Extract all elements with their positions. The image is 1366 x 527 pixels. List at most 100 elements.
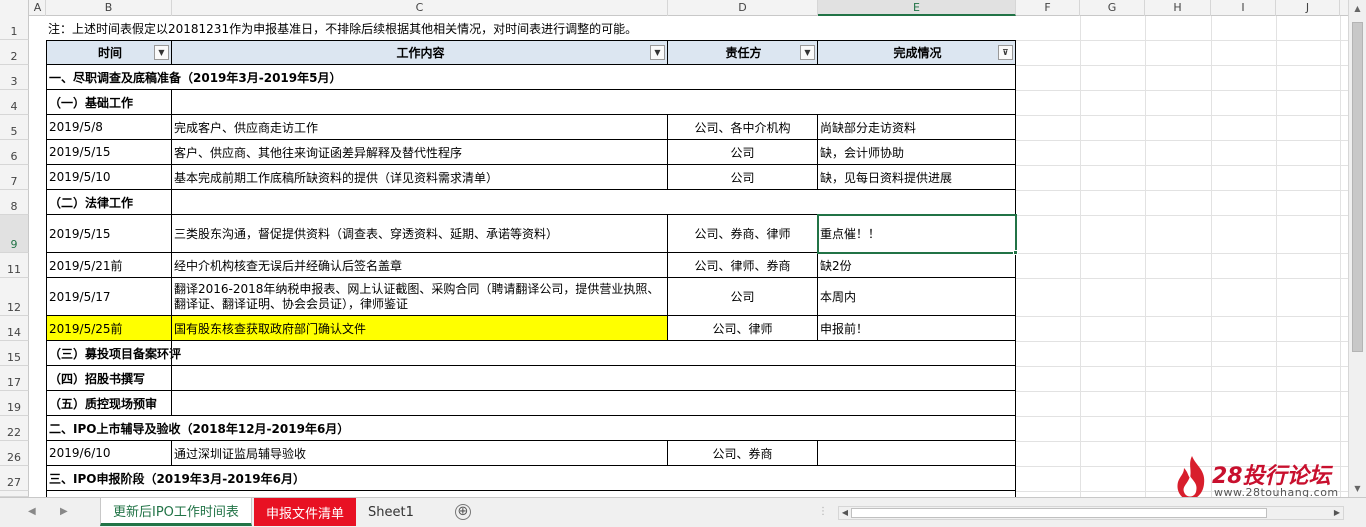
row-header[interactable]: 1: [0, 16, 29, 40]
column-header-g[interactable]: G: [1080, 0, 1145, 16]
column-header-d[interactable]: D: [668, 0, 818, 16]
status-cell[interactable]: [818, 441, 1016, 466]
empty-cell[interactable]: [172, 190, 1016, 215]
date-cell[interactable]: 2019/6/10: [46, 441, 172, 466]
status-cell[interactable]: 申报前！: [818, 316, 1016, 341]
subsection-title[interactable]: （四）招股书撰写: [46, 366, 172, 391]
date-cell-highlighted[interactable]: 2019/5/25前: [46, 316, 172, 341]
owner-cell[interactable]: 公司、律师、券商: [668, 253, 818, 278]
select-all-corner[interactable]: [0, 0, 29, 16]
scroll-down-arrow-icon[interactable]: ▼: [1349, 480, 1366, 497]
status-cell-selected[interactable]: 重点催！！: [818, 215, 1016, 253]
row-header[interactable]: 11: [0, 253, 29, 278]
header-time[interactable]: 时间 ▼: [46, 40, 172, 65]
spreadsheet-grid[interactable]: A B C D E F G H I J 1 2 3 4 5 6 7 8 9 11…: [0, 0, 1366, 497]
column-header-c[interactable]: C: [172, 0, 668, 16]
scroll-right-arrow-icon[interactable]: ▶: [1331, 507, 1343, 519]
content-cell[interactable]: 三类股东沟通，督促提供资料（调查表、穿透资料、延期、承诺等资料）: [172, 215, 668, 253]
content-cell[interactable]: 通过深圳证监局辅导验收: [172, 441, 668, 466]
content-cell[interactable]: 经中介机构核查无误后并经确认后签名盖章: [172, 253, 668, 278]
row-header[interactable]: 14: [0, 316, 29, 341]
content-cell[interactable]: 基本完成前期工作底稿所缺资料的提供（详见资料需求清单）: [172, 165, 668, 190]
subsection-title[interactable]: （三）募投项目备案环评: [46, 341, 181, 366]
date-cell[interactable]: 2019/5/15: [46, 140, 172, 165]
status-cell[interactable]: 本周内: [818, 278, 1016, 316]
vertical-scrollbar[interactable]: ▲ ▼: [1348, 0, 1366, 497]
filter-active-icon[interactable]: ⊽: [998, 45, 1013, 60]
scroll-thumb[interactable]: [1352, 22, 1363, 352]
row-header[interactable]: 19: [0, 391, 29, 416]
empty-cell[interactable]: [172, 366, 1016, 391]
status-cell[interactable]: 缺，见每日资料提供进展: [818, 165, 1016, 190]
owner-cell[interactable]: 公司: [668, 140, 818, 165]
header-status[interactable]: 完成情况 ⊽: [818, 40, 1016, 65]
row-header[interactable]: 26: [0, 441, 29, 466]
tab-sheet-ipo-schedule[interactable]: 更新后IPO工作时间表: [100, 498, 252, 526]
row-header[interactable]: 2: [0, 40, 29, 65]
owner-cell[interactable]: 公司、各中介机构: [668, 115, 818, 140]
row-header[interactable]: 22: [0, 416, 29, 441]
row-header[interactable]: 17: [0, 366, 29, 391]
row-header[interactable]: 4: [0, 90, 29, 115]
status-cell[interactable]: 缺2份: [818, 253, 1016, 278]
row-header[interactable]: 27: [0, 466, 29, 491]
empty-cell[interactable]: [172, 90, 1016, 115]
owner-cell[interactable]: 公司、券商: [668, 441, 818, 466]
tab-sheet1[interactable]: Sheet1: [356, 498, 426, 526]
content-cell[interactable]: 完成客户、供应商走访工作: [172, 115, 668, 140]
subsection-title[interactable]: （五）质控现场预审: [46, 391, 172, 416]
status-cell[interactable]: 尚缺部分走访资料: [818, 115, 1016, 140]
row-header[interactable]: 3: [0, 65, 29, 90]
date-cell[interactable]: 2019/5/15: [46, 215, 172, 253]
owner-cell[interactable]: 公司: [668, 278, 818, 316]
tab-sheet-filing-list[interactable]: 申报文件清单: [254, 498, 357, 526]
date-cell[interactable]: 2019/5/17: [46, 278, 172, 316]
note-cell[interactable]: 注：上述时间表假定以20181231作为申报基准日，不排除后续根据其他相关情况，…: [46, 16, 1016, 40]
row-header[interactable]: 12: [0, 278, 29, 316]
subsection-title[interactable]: （一）基础工作: [46, 90, 172, 115]
scroll-left-arrow-icon[interactable]: ◀: [839, 507, 851, 519]
fill-handle[interactable]: [1013, 250, 1018, 255]
filter-dropdown-icon[interactable]: ▼: [650, 45, 665, 60]
row-header[interactable]: 7: [0, 165, 29, 190]
row-header[interactable]: 15: [0, 341, 29, 366]
column-header-a[interactable]: A: [30, 0, 46, 16]
tab-scroll-left-icon[interactable]: ◀: [28, 506, 36, 517]
filter-dropdown-icon[interactable]: ▼: [154, 45, 169, 60]
scroll-up-arrow-icon[interactable]: ▲: [1349, 0, 1366, 17]
status-cell[interactable]: 缺，会计师协助: [818, 140, 1016, 165]
row-header[interactable]: 8: [0, 190, 29, 215]
empty-cell[interactable]: [172, 391, 1016, 416]
owner-cell[interactable]: 公司、律师: [668, 316, 818, 341]
subsection-title[interactable]: （二）法律工作: [46, 190, 172, 215]
column-header-b[interactable]: B: [46, 0, 172, 16]
column-header-e[interactable]: E: [818, 0, 1016, 16]
section-title[interactable]: 一、尽职调查及底稿准备（2019年3月-2019年5月）: [46, 65, 1016, 90]
date-cell[interactable]: 2019/5/21前: [46, 253, 172, 278]
content-cell-highlighted[interactable]: 国有股东核查获取政府部门确认文件: [172, 316, 668, 341]
horizontal-scrollbar[interactable]: ◀ ▶: [838, 506, 1344, 520]
column-header-h[interactable]: H: [1145, 0, 1211, 16]
filter-dropdown-icon[interactable]: ▼: [800, 45, 815, 60]
owner-cell[interactable]: 公司: [668, 165, 818, 190]
date-cell[interactable]: 2019/5/8: [46, 115, 172, 140]
row-header-selected[interactable]: 9: [0, 215, 29, 253]
section-title[interactable]: 二、IPO上市辅导及验收（2018年12月-2019年6月）: [46, 416, 1016, 441]
header-owner[interactable]: 责任方 ▼: [668, 40, 818, 65]
horizontal-scroll-thumb[interactable]: [851, 508, 1267, 518]
empty-cell[interactable]: [172, 341, 1016, 366]
column-header-i[interactable]: I: [1211, 0, 1276, 16]
content-cell[interactable]: 翻译2016-2018年纳税申报表、网上认证截图、采购合同（聘请翻译公司，提供营…: [172, 278, 668, 316]
content-cell[interactable]: 客户、供应商、其他往来询证函差异解释及替代性程序: [172, 140, 668, 165]
row-header[interactable]: 6: [0, 140, 29, 165]
header-content[interactable]: 工作内容 ▼: [172, 40, 668, 65]
column-header-f[interactable]: F: [1016, 0, 1080, 16]
column-header-j[interactable]: J: [1276, 0, 1340, 16]
section-title[interactable]: 三、IPO申报阶段（2019年3月-2019年6月）: [46, 466, 1016, 491]
row-header[interactable]: 5: [0, 115, 29, 140]
add-sheet-icon[interactable]: ⊕: [455, 504, 471, 520]
date-cell[interactable]: 2019/5/10: [46, 165, 172, 190]
owner-cell[interactable]: 公司、券商、律师: [668, 215, 818, 253]
tab-split-handle-icon[interactable]: ⋮: [818, 506, 828, 517]
tab-scroll-right-icon[interactable]: ▶: [60, 506, 68, 517]
